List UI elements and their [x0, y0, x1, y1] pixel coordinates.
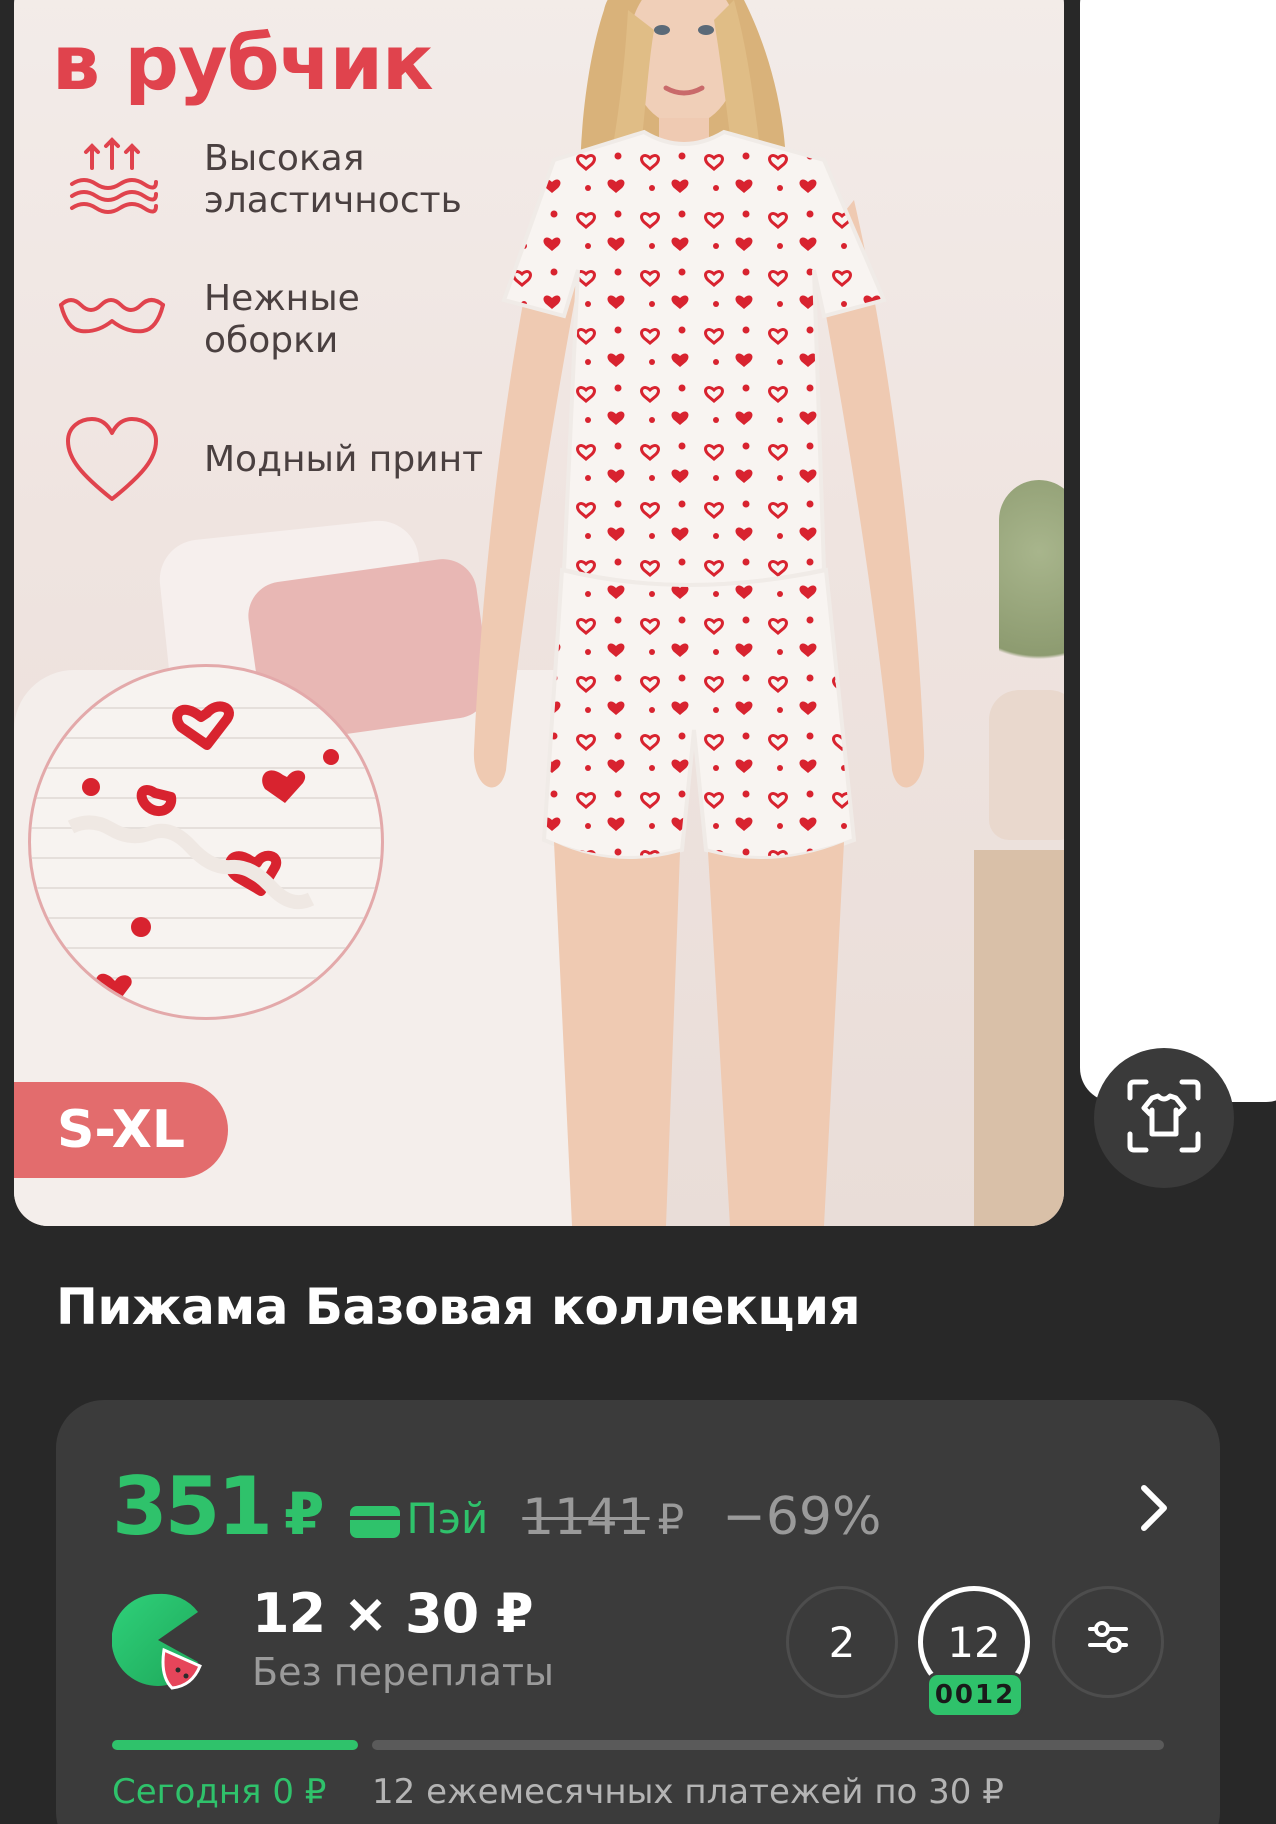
discount-badge: −69% [722, 1487, 882, 1547]
installment-option-2[interactable]: 2 [786, 1586, 898, 1698]
product-title: Пижама Базовая коллекция [56, 1278, 861, 1336]
split-logo-icon [111, 1590, 204, 1690]
tshirt-scan-icon [1124, 1076, 1204, 1160]
price-card[interactable]: 351 ₽ Пэй 1141 ₽ −69% 12 × 30 ₽ Без пере… [56, 1400, 1220, 1824]
model-photo [473, 0, 925, 1226]
pay-badge: Пэй [350, 1494, 488, 1543]
feature-elasticity: Высокая эластичность [52, 130, 504, 230]
pay-label: Пэй [406, 1493, 489, 1543]
chevron-right-icon[interactable] [1132, 1478, 1176, 1538]
old-price: 1141 [522, 1488, 650, 1546]
promo-title: в рубчик [52, 18, 434, 107]
feature-ruffles: Нежные оборки [52, 270, 504, 370]
sliders-icon [1084, 1613, 1132, 1671]
ruffle-icon [52, 270, 172, 370]
plant [999, 480, 1064, 720]
card-icon [350, 1506, 401, 1538]
size-range-badge: S-XL [14, 1082, 228, 1178]
progress-today-bar [112, 1740, 358, 1750]
next-image-card[interactable] [1080, 0, 1276, 1102]
old-price-currency: ₽ [657, 1495, 685, 1544]
installment-settings-button[interactable] [1052, 1586, 1164, 1698]
current-price-currency: ₽ [284, 1480, 325, 1548]
heart-icon [52, 410, 172, 510]
payment-today: Сегодня 0 ₽ [112, 1772, 327, 1812]
elasticity-icon [52, 130, 172, 230]
installment-amount: 12 × 30 ₽ [252, 1582, 534, 1645]
feature-print: Модный принт [52, 410, 504, 510]
price-row: 351 ₽ Пэй 1141 ₽ −69% [112, 1460, 881, 1553]
progress-remaining-bar [372, 1740, 1164, 1750]
selected-option-tag: 0012 [926, 1672, 1024, 1718]
visual-search-button[interactable] [1094, 1048, 1234, 1188]
product-image-card[interactable]: в рубчик Высокая эластичность Нежные обо… [14, 0, 1064, 1226]
current-price: 351 [112, 1460, 273, 1553]
installment-note: Без переплаты [252, 1650, 555, 1694]
fabric-zoom-circle [28, 664, 384, 1020]
payment-monthly: 12 ежемесячных платежей по 30 ₽ [372, 1772, 1004, 1812]
